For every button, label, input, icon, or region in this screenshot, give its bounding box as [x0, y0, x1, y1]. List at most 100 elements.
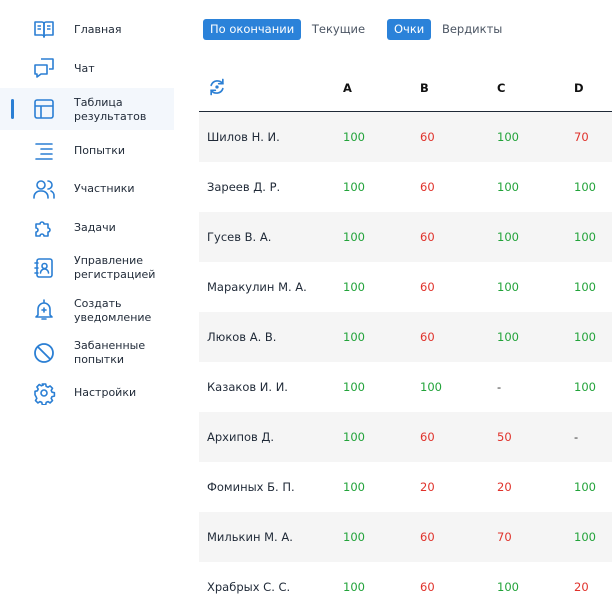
score-cell[interactable]: 100: [574, 362, 596, 412]
score-cell[interactable]: 100: [343, 462, 365, 512]
sidebar-item-label: Создать уведомление: [74, 297, 152, 324]
table-row[interactable]: Архипов Д. 100 60 50 -: [199, 412, 612, 462]
sidebar-item-label: Управление регистрацией: [74, 254, 156, 281]
sidebar-item-home[interactable]: Главная: [0, 14, 174, 44]
participant-name: Зареев Д. Р.: [207, 180, 281, 194]
sidebar-item-label: Задачи: [74, 221, 116, 234]
verdicts-toggle-button[interactable]: Вердикты: [435, 19, 509, 40]
refresh-icon[interactable]: [207, 77, 227, 97]
table-row[interactable]: Люков А. В. 100 60 100 100: [199, 312, 612, 362]
score-cell[interactable]: 100: [497, 212, 519, 262]
participant-name: Гусев В. А.: [207, 230, 272, 244]
sidebar-item-label: Главная: [74, 23, 122, 36]
mode-toggle: Очки Вердикты: [387, 19, 509, 40]
sidebar-item-participants[interactable]: Участники: [0, 175, 174, 203]
table-body: Шилов Н. И. 100 60 100 70 Зареев Д. Р. 100 60 10…: [199, 112, 612, 612]
current-toggle-button[interactable]: Текущие: [305, 19, 372, 40]
table-row[interactable]: Маракулин М. А. 100 60 100 100: [199, 262, 612, 312]
score-cell[interactable]: -: [574, 412, 578, 462]
results-table: A B C D Шилов Н. И. 100 60 100 70 Зареев Д. Р…: [199, 63, 612, 612]
points-toggle-button[interactable]: Очки: [387, 19, 432, 40]
table-row[interactable]: Милькин М. А. 100 60 70 100: [199, 512, 612, 562]
score-cell[interactable]: 60: [420, 412, 435, 462]
column-header-b[interactable]: B: [420, 81, 429, 95]
bell-plus-icon: [32, 298, 56, 322]
sidebar-item-registration[interactable]: Управление регистрацией: [0, 252, 174, 286]
sidebar-item-problems[interactable]: Задачи: [0, 214, 174, 242]
table-icon: [32, 97, 56, 121]
score-cell[interactable]: 20: [420, 462, 435, 512]
participant-name: Милькин М. А.: [207, 530, 293, 544]
score-cell[interactable]: 60: [420, 162, 435, 212]
score-cell[interactable]: -: [497, 362, 501, 412]
score-cell[interactable]: 20: [497, 462, 512, 512]
score-cell[interactable]: 100: [574, 262, 596, 312]
score-cell[interactable]: 100: [420, 362, 442, 412]
sidebar-item-attempts[interactable]: Попытки: [0, 137, 174, 165]
score-cell[interactable]: 50: [497, 412, 512, 462]
participant-name: Храбрых С. С.: [207, 580, 291, 594]
sidebar-item-standings[interactable]: Таблица результатов: [0, 88, 174, 130]
score-cell[interactable]: 100: [497, 112, 519, 162]
score-cell[interactable]: 70: [574, 112, 589, 162]
users-icon: [32, 177, 56, 201]
score-cell[interactable]: 60: [420, 312, 435, 362]
score-cell[interactable]: 70: [497, 512, 512, 562]
participant-name: Шилов Н. И.: [207, 130, 280, 144]
sidebar-item-banned[interactable]: Забаненные попытки: [0, 336, 174, 370]
sidebar-item-label: Настройки: [74, 386, 137, 399]
score-cell[interactable]: 60: [420, 212, 435, 262]
participant-name: Казаков И. И.: [207, 380, 288, 394]
score-cell[interactable]: 100: [574, 312, 596, 362]
score-cell[interactable]: 100: [497, 562, 519, 612]
table-row[interactable]: Зареев Д. Р. 100 60 100 100: [199, 162, 612, 212]
score-cell[interactable]: 60: [420, 512, 435, 562]
column-header-a[interactable]: A: [343, 81, 352, 95]
table-row[interactable]: Шилов Н. И. 100 60 100 70: [199, 112, 612, 162]
score-cell[interactable]: 100: [343, 412, 365, 462]
score-cell[interactable]: 100: [343, 562, 365, 612]
participant-name: Фоминых Б. П.: [207, 480, 295, 494]
score-cell[interactable]: 100: [574, 162, 596, 212]
sidebar-item-label: Забаненные попытки: [74, 339, 146, 366]
sidebar-item-label: Чат: [74, 62, 95, 75]
score-cell[interactable]: 60: [420, 262, 435, 312]
score-cell[interactable]: 100: [343, 512, 365, 562]
score-cell[interactable]: 100: [497, 162, 519, 212]
sidebar-item-chat[interactable]: Чат: [0, 54, 174, 84]
score-cell[interactable]: 60: [420, 562, 435, 612]
sidebar-item-notification[interactable]: Создать уведомление: [0, 294, 174, 328]
score-cell[interactable]: 100: [574, 212, 596, 262]
after-end-toggle-button[interactable]: По окончании: [203, 19, 302, 40]
score-cell[interactable]: 20: [574, 562, 589, 612]
score-cell[interactable]: 100: [343, 212, 365, 262]
score-cell[interactable]: 100: [343, 162, 365, 212]
table-row[interactable]: Казаков И. И. 100 100 - 100: [199, 362, 612, 412]
score-cell[interactable]: 100: [343, 362, 365, 412]
participant-name: Архипов Д.: [207, 430, 275, 444]
gear-icon: [32, 381, 56, 405]
book-icon: [32, 17, 56, 41]
column-header-c[interactable]: C: [497, 81, 505, 95]
time-toggle: По окончании Текущие: [203, 19, 372, 40]
table-row[interactable]: Храбрых С. С. 100 60 100 20: [199, 562, 612, 612]
score-cell[interactable]: 100: [574, 512, 596, 562]
column-header-d[interactable]: D: [574, 81, 584, 95]
sidebar-item-label: Попытки: [74, 144, 126, 157]
sidebar-item-settings[interactable]: Настройки: [0, 379, 174, 407]
score-cell[interactable]: 100: [343, 312, 365, 362]
active-indicator: [11, 99, 14, 119]
score-cell[interactable]: 100: [497, 262, 519, 312]
sidebar-item-label: Участники: [74, 182, 135, 195]
table-row[interactable]: Фоминых Б. П. 100 20 20 100: [199, 462, 612, 512]
sidebar-item-label: Таблица результатов: [74, 96, 147, 123]
participant-name: Маракулин М. А.: [207, 280, 307, 294]
list-icon: [32, 139, 56, 163]
score-cell[interactable]: 100: [497, 312, 519, 362]
table-row[interactable]: Гусев В. А. 100 60 100 100: [199, 212, 612, 262]
score-cell[interactable]: 100: [343, 262, 365, 312]
score-cell[interactable]: 100: [343, 112, 365, 162]
score-cell[interactable]: 60: [420, 112, 435, 162]
score-cell[interactable]: 100: [574, 462, 596, 512]
table-header: A B C D: [199, 63, 612, 112]
